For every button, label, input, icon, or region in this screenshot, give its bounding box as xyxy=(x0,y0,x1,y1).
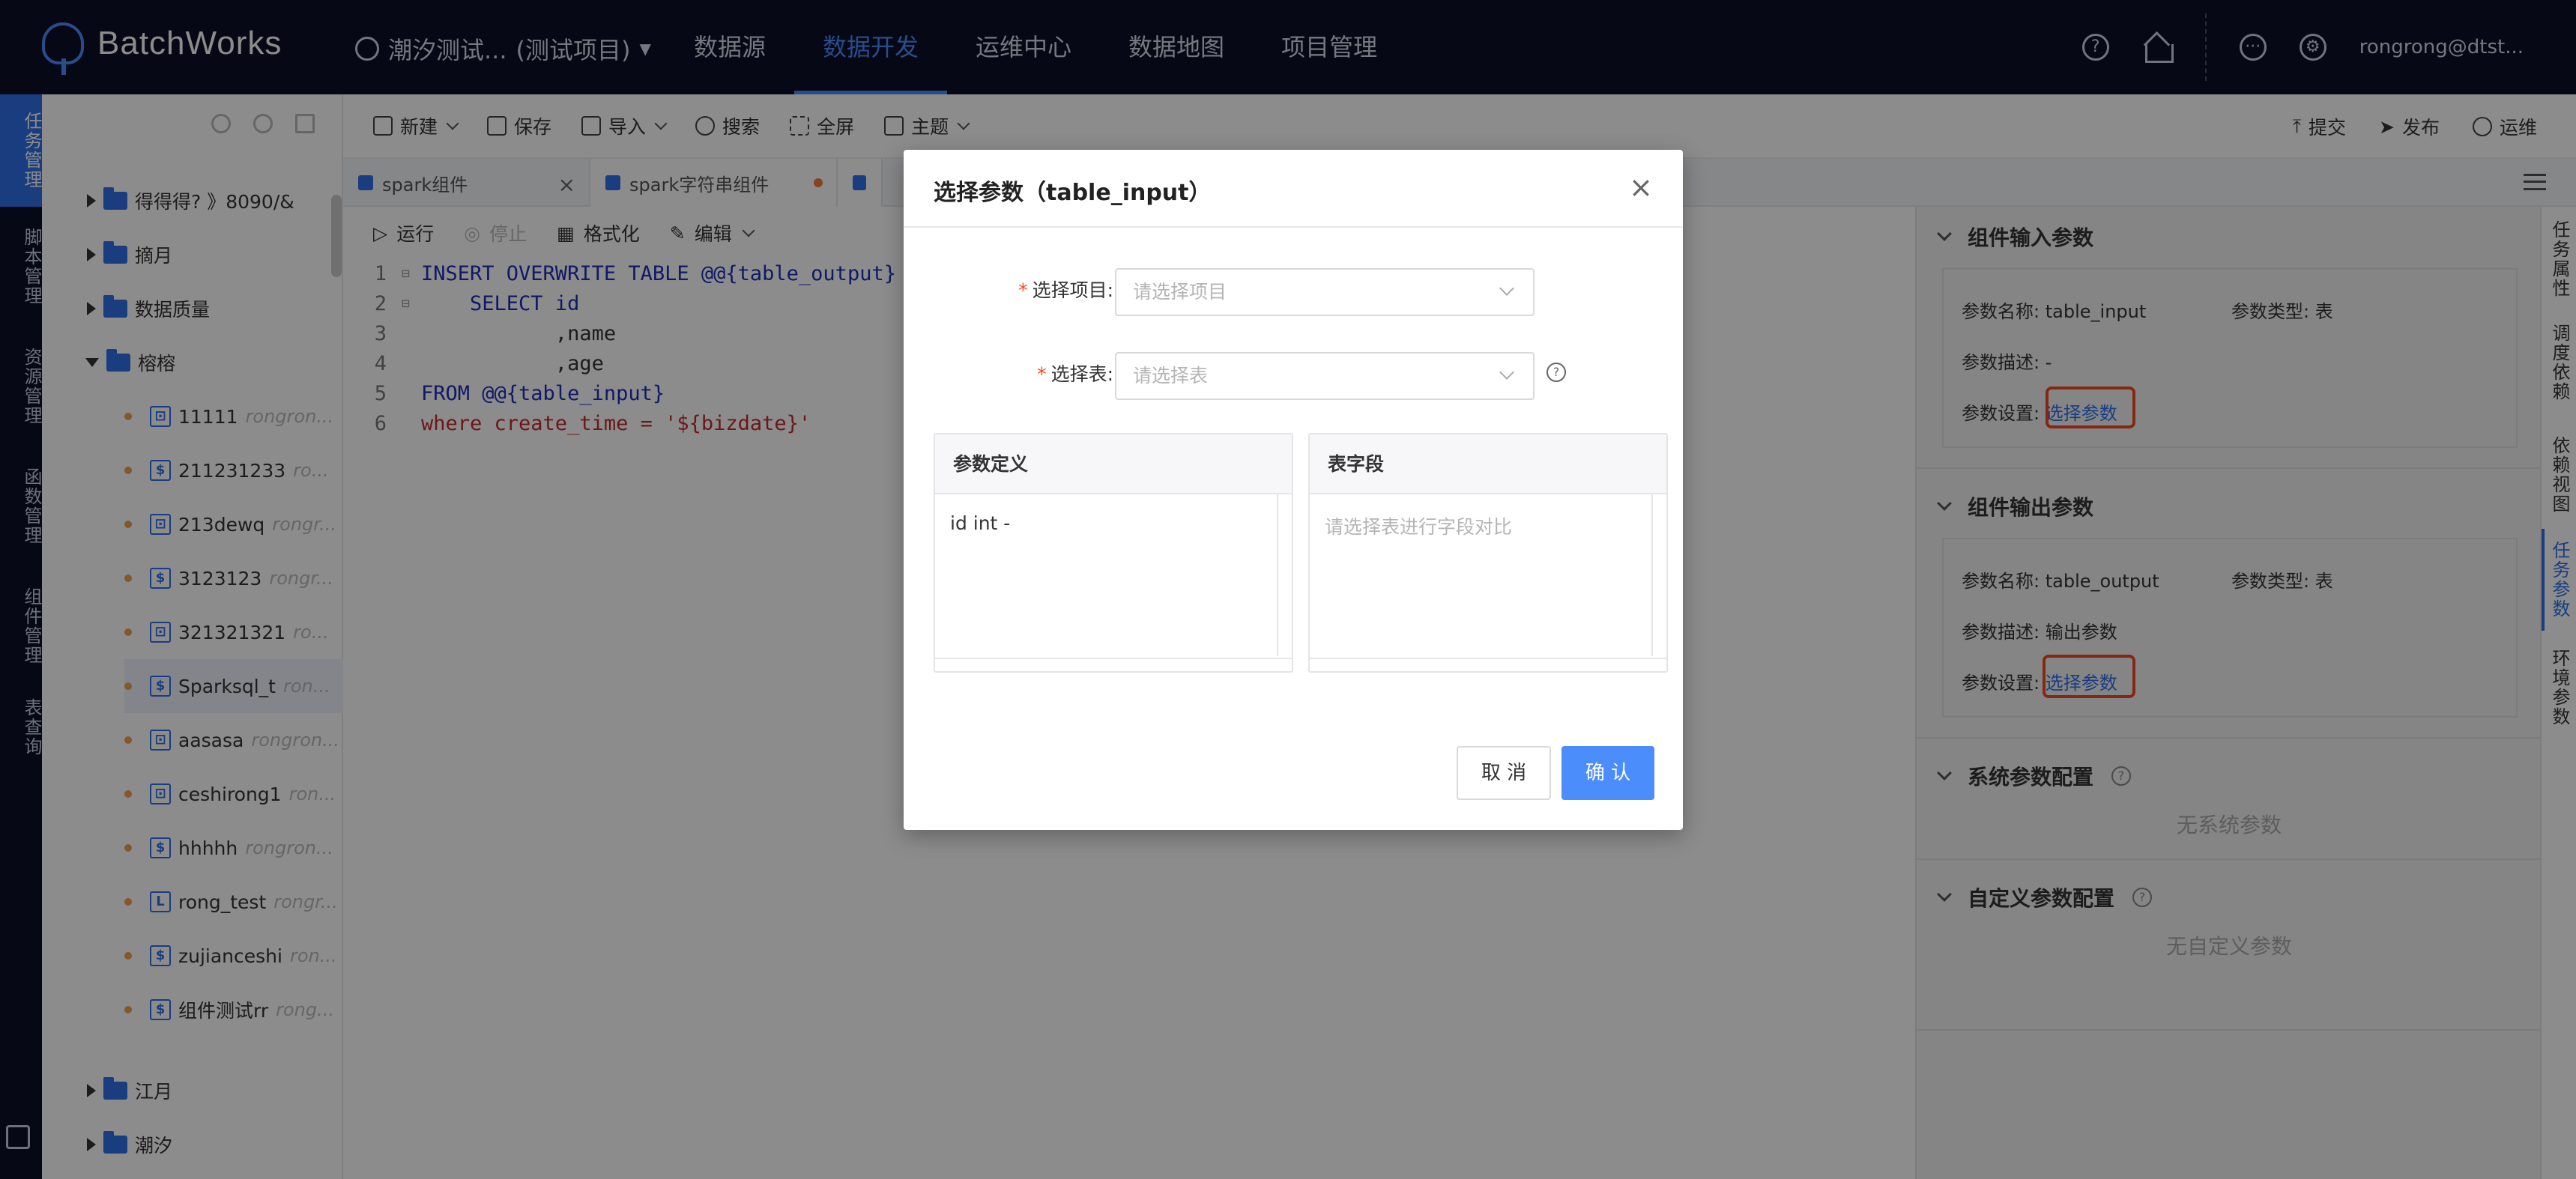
table-field-box: 表字段 请选择表进行字段对比 xyxy=(1308,433,1668,673)
table-select[interactable]: 请选择表 xyxy=(1115,352,1535,400)
project-label-text: 选择项目: xyxy=(1032,279,1113,301)
table-label-text: 选择表: xyxy=(1050,363,1113,385)
cancel-button[interactable]: 取 消 xyxy=(1457,746,1551,800)
project-select[interactable]: 请选择项目 xyxy=(1115,268,1535,316)
scrollbar-horizontal[interactable] xyxy=(935,658,1292,671)
modal-header: 选择参数（table_input） × xyxy=(904,150,1683,228)
scrollbar-horizontal[interactable] xyxy=(1310,658,1666,671)
param-definition-item[interactable]: id int - xyxy=(935,494,1292,552)
select-param-modal: 选择参数（table_input） × * 选择项目: 请选择项目 * 选择表: 请… xyxy=(904,150,1683,830)
scrollbar[interactable] xyxy=(1651,494,1653,656)
param-definition-box: 参数定义 id int - xyxy=(934,433,1293,673)
scrollbar[interactable] xyxy=(1277,494,1278,656)
help-icon[interactable]: ? xyxy=(1546,363,1566,382)
project-placeholder: 请选择项目 xyxy=(1133,281,1227,303)
table-field-placeholder: 请选择表进行字段对比 xyxy=(1325,516,1513,538)
chevron-down-icon xyxy=(1499,365,1514,380)
table-placeholder: 请选择表 xyxy=(1133,365,1209,387)
required-mark: * xyxy=(1037,363,1047,385)
table-label: * 选择表: xyxy=(904,360,1113,387)
chevron-down-icon xyxy=(1499,281,1514,296)
close-icon[interactable]: × xyxy=(1629,172,1653,202)
param-definition-title: 参数定义 xyxy=(935,434,1292,494)
project-label: * 选择项目: xyxy=(904,276,1113,303)
required-mark: * xyxy=(1018,279,1028,301)
table-field-title: 表字段 xyxy=(1310,434,1666,494)
modal-title: 选择参数（table_input） xyxy=(934,180,1212,206)
confirm-button[interactable]: 确 认 xyxy=(1561,746,1654,800)
